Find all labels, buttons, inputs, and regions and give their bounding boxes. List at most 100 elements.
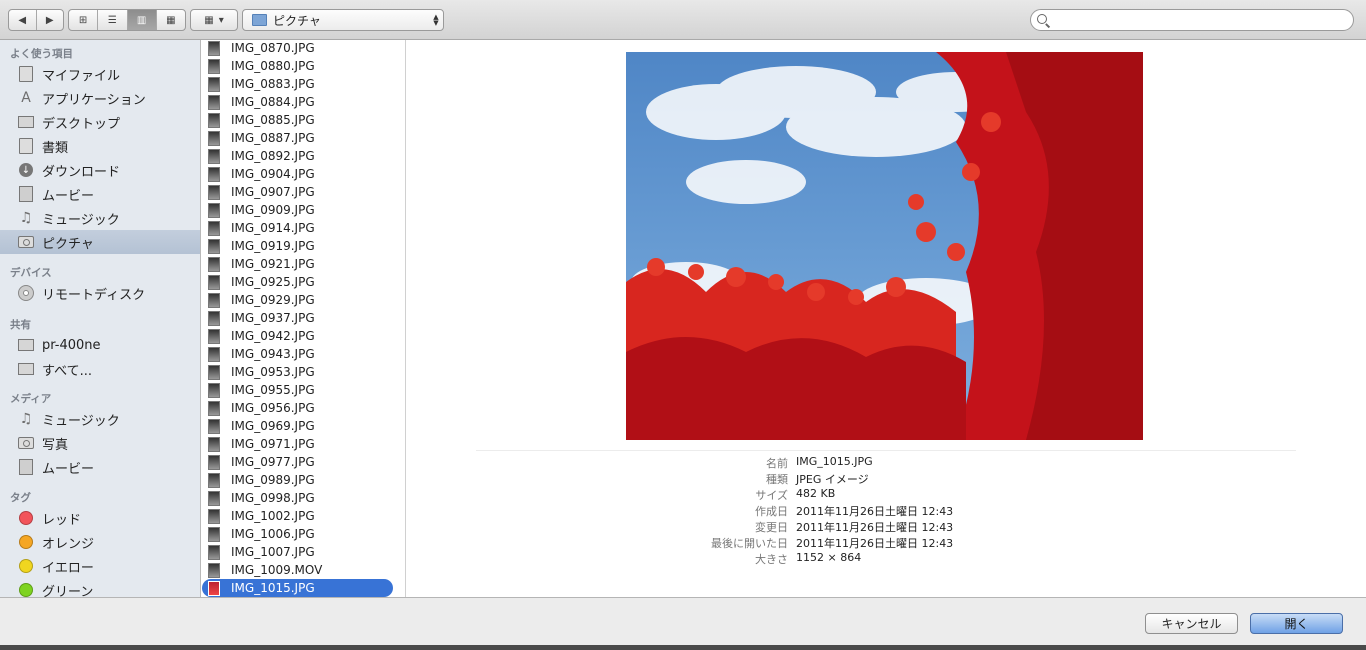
list-view-button[interactable]: ☰ — [98, 10, 128, 30]
sidebar-item-label: ピクチャ — [42, 236, 94, 252]
file-row[interactable]: IMG_0884.JPG — [201, 93, 405, 111]
file-row[interactable]: IMG_1009.MOV — [201, 561, 405, 579]
column-view-button[interactable]: ▥ — [127, 10, 157, 30]
file-row[interactable]: IMG_0943.JPG — [201, 345, 405, 363]
tag-orange-dot-icon — [17, 534, 35, 550]
sidebar-item-all-files[interactable]: マイファイル — [0, 62, 200, 86]
file-thumbnail-icon — [208, 580, 220, 596]
file-row[interactable]: IMG_0955.JPG — [201, 381, 405, 399]
file-row[interactable]: IMG_0883.JPG — [201, 75, 405, 93]
info-value: 2011年11月26日土曜日 12:43 — [796, 537, 954, 550]
info-value: JPEG イメージ — [796, 473, 869, 486]
file-row[interactable]: IMG_1002.JPG — [201, 507, 405, 525]
file-row[interactable]: IMG_0914.JPG — [201, 219, 405, 237]
arrange-button[interactable]: ▦ ▾ — [190, 9, 238, 31]
file-row[interactable]: IMG_0885.JPG — [201, 111, 405, 129]
cancel-button[interactable]: キャンセル — [1145, 613, 1238, 634]
file-thumbnail-icon — [208, 436, 220, 452]
desktop-icon — [17, 114, 35, 130]
file-row[interactable]: IMG_0887.JPG — [201, 129, 405, 147]
file-thumbnail-icon — [208, 562, 220, 578]
file-thumbnail-icon — [208, 292, 220, 308]
info-value: 482 KB — [796, 487, 836, 500]
search-field[interactable] — [1030, 9, 1354, 31]
sidebar-item-desktop[interactable]: デスクトップ — [0, 110, 200, 134]
location-popup[interactable]: ピクチャ ▲ ▼ — [242, 9, 444, 31]
sidebar-item-tag-yellow[interactable]: イエロー — [0, 554, 200, 578]
file-row[interactable]: IMG_0921.JPG — [201, 255, 405, 273]
sidebar-item-label: イエロー — [42, 560, 94, 576]
sidebar-item-label: オレンジ — [42, 536, 95, 552]
sidebar-item-documents[interactable]: 書類 — [0, 134, 200, 158]
file-row[interactable]: IMG_0989.JPG — [201, 471, 405, 489]
sidebar-item-music[interactable]: ♫ ミュージック — [0, 206, 200, 230]
file-row[interactable]: IMG_0971.JPG — [201, 435, 405, 453]
file-row[interactable]: IMG_1015.JPG — [201, 579, 405, 597]
info-value: IMG_1015.JPG — [796, 455, 873, 468]
tag-green-dot-icon — [17, 582, 35, 597]
sidebar-item-tag-green[interactable]: グリーン — [0, 578, 200, 597]
sidebar-item-downloads[interactable]: ↓ ダウンロード — [0, 158, 200, 182]
file-name: IMG_0989.JPG — [231, 473, 315, 487]
file-column[interactable]: IMG_0870.JPG IMG_0880.JPG IMG_0883.JPG IMG_… — [201, 40, 406, 597]
file-row[interactable]: IMG_1007.JPG — [201, 543, 405, 561]
file-row[interactable]: IMG_0925.JPG — [201, 273, 405, 291]
coverflow-view-button[interactable]: ▦ — [157, 10, 185, 30]
open-button[interactable]: 開く — [1250, 613, 1343, 634]
info-key: 最後に開いた日 — [711, 537, 788, 550]
toolbar: ◀ ▶ ⊞ ☰ ▥ ▦ ▦ ▾ ピクチャ ▲ ▼ — [0, 0, 1366, 40]
sidebar-item-tag-orange[interactable]: オレンジ — [0, 530, 200, 554]
sidebar-item-media-movies[interactable]: ムービー — [0, 455, 200, 479]
file-row[interactable]: IMG_0870.JPG — [201, 40, 405, 57]
sidebar-section-media: メディア — [10, 393, 52, 405]
search-input[interactable] — [1053, 12, 1347, 29]
file-row[interactable]: IMG_0937.JPG — [201, 309, 405, 327]
file-row[interactable]: IMG_0907.JPG — [201, 183, 405, 201]
background-window-strip — [0, 645, 1366, 650]
sidebar-item-media-music[interactable]: ♫ ミュージック — [0, 407, 200, 431]
file-row[interactable]: IMG_0919.JPG — [201, 237, 405, 255]
info-key: 変更日 — [755, 521, 788, 534]
file-row[interactable]: IMG_0969.JPG — [201, 417, 405, 435]
sidebar-item-applications[interactable]: A アプリケーション — [0, 86, 200, 110]
movies-icon — [17, 186, 35, 202]
back-button[interactable]: ◀ — [9, 10, 37, 30]
file-row[interactable]: IMG_0998.JPG — [201, 489, 405, 507]
file-row[interactable]: IMG_0904.JPG — [201, 165, 405, 183]
arrange-icon: ▦ — [204, 14, 214, 26]
file-row[interactable]: IMG_0880.JPG — [201, 57, 405, 75]
file-thumbnail-icon — [208, 328, 220, 344]
sidebar-item-remote-disc[interactable]: リモートディスク — [0, 281, 200, 305]
file-thumbnail-icon — [208, 400, 220, 416]
file-row[interactable]: IMG_0977.JPG — [201, 453, 405, 471]
chevron-down-icon: ▾ — [218, 14, 224, 26]
file-thumbnail-icon — [208, 220, 220, 236]
file-row[interactable]: IMG_0956.JPG — [201, 399, 405, 417]
file-name: IMG_0953.JPG — [231, 365, 315, 379]
file-row[interactable]: IMG_0953.JPG — [201, 363, 405, 381]
sidebar-item-media-photos[interactable]: 写真 — [0, 431, 200, 455]
sidebar-item-movies[interactable]: ムービー — [0, 182, 200, 206]
info-row-size: サイズ 482 KB — [636, 487, 1136, 503]
forward-button[interactable]: ▶ — [37, 10, 64, 30]
sidebar-item-pictures[interactable]: ピクチャ — [0, 230, 200, 254]
file-row[interactable]: IMG_0892.JPG — [201, 147, 405, 165]
file-row[interactable]: IMG_0942.JPG — [201, 327, 405, 345]
sidebar-item-pr-400ne[interactable]: pr-400ne — [0, 333, 200, 357]
downloads-icon: ↓ — [17, 162, 35, 178]
file-row[interactable]: IMG_0909.JPG — [201, 201, 405, 219]
file-row[interactable]: IMG_1006.JPG — [201, 525, 405, 543]
file-name: IMG_0998.JPG — [231, 491, 315, 505]
file-name: IMG_0969.JPG — [231, 419, 315, 433]
file-thumbnail-icon — [208, 166, 220, 182]
file-row[interactable]: IMG_0929.JPG — [201, 291, 405, 309]
open-file-dialog: ◀ ▶ ⊞ ☰ ▥ ▦ ▦ ▾ ピクチャ ▲ ▼ よく使う項目 マイファイル A… — [0, 0, 1366, 645]
sidebar-item-all-shared[interactable]: すべて... — [0, 357, 200, 381]
info-key: 種類 — [766, 473, 788, 486]
sidebar-item-label: 写真 — [42, 437, 69, 453]
icon-view-button[interactable]: ⊞ — [69, 10, 99, 30]
file-name: IMG_0943.JPG — [231, 347, 315, 361]
file-thumbnail-icon — [208, 274, 220, 290]
sidebar-item-tag-red[interactable]: レッド — [0, 506, 200, 530]
info-row-modified: 変更日 2011年11月26日土曜日 12:43 — [636, 519, 1136, 535]
